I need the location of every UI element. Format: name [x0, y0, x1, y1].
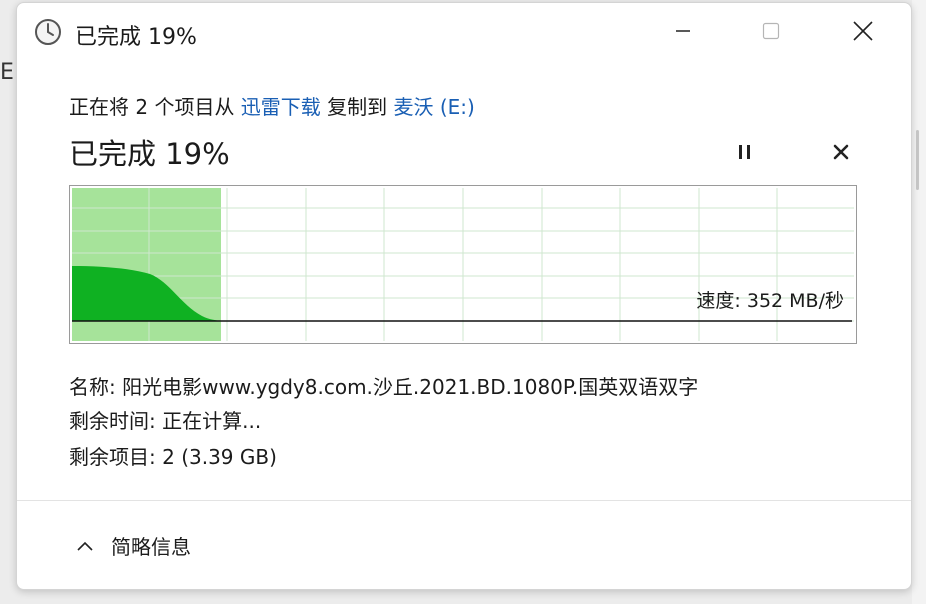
- destination-drive-link[interactable]: 麦沃 (E:): [394, 95, 475, 119]
- cancel-icon: [833, 144, 849, 160]
- background-window-fragment: E: [0, 60, 14, 85]
- cancel-button[interactable]: [825, 137, 857, 167]
- minimize-button[interactable]: [659, 9, 707, 53]
- close-button[interactable]: [839, 9, 887, 53]
- name-value: 阳光电影www.ygdy8.com.沙丘.2021.BD.1080P.国英双语双…: [122, 375, 699, 399]
- items-value: 2 (3.39 GB): [162, 445, 277, 469]
- time-label: 剩余时间:: [69, 409, 156, 433]
- title-bar[interactable]: 已完成 19%: [17, 3, 911, 61]
- pause-button[interactable]: [729, 137, 761, 167]
- copy-middle: 复制到: [320, 95, 394, 119]
- background-scrollbar[interactable]: [916, 130, 919, 190]
- time-value: 正在计算...: [162, 409, 262, 433]
- minimize-icon: [676, 30, 690, 32]
- items-label: 剩余项目:: [69, 445, 156, 469]
- source-folder-link[interactable]: 迅雷下载: [241, 95, 321, 119]
- copy-description: 正在将 2 个项目从 迅雷下载 复制到 麦沃 (E:): [69, 91, 475, 120]
- footer-divider: [17, 500, 911, 501]
- detail-remaining-time: 剩余时间: 正在计算...: [69, 405, 261, 434]
- maximize-button[interactable]: [747, 9, 795, 53]
- speed-readout: 速度: 352 MB/秒: [696, 290, 844, 312]
- background-scroll-region: [912, 0, 926, 604]
- chevron-up-icon: [77, 541, 93, 551]
- window-title: 已完成 19%: [75, 25, 197, 50]
- maximize-icon: [762, 22, 780, 40]
- less-details-toggle[interactable]: 简略信息: [75, 531, 191, 560]
- toggle-label: 简略信息: [111, 535, 191, 559]
- copy-prefix: 正在将 2 个项目从: [69, 95, 241, 119]
- pause-icon: [739, 145, 750, 159]
- transfer-speed-graph: 速度: 352 MB/秒: [69, 185, 857, 344]
- progress-label: 已完成 19%: [69, 137, 230, 171]
- speed-graph-canvas: [72, 188, 854, 341]
- clock-icon: [35, 19, 61, 45]
- detail-remaining-items: 剩余项目: 2 (3.39 GB): [69, 441, 277, 470]
- name-label: 名称:: [69, 375, 116, 399]
- copy-progress-dialog: 已完成 19% 正在将 2 个项目从 迅雷下载 复制到 麦沃 (E:) 已完成 …: [16, 2, 912, 590]
- close-icon: [853, 21, 873, 41]
- detail-name: 名称: 阳光电影www.ygdy8.com.沙丘.2021.BD.1080P.国…: [69, 371, 698, 400]
